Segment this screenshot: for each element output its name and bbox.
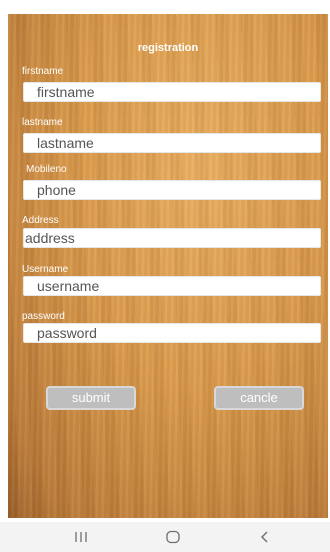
phone-field[interactable] bbox=[23, 180, 321, 200]
lastname-field[interactable] bbox=[23, 133, 321, 153]
mobileno-label: Mobileno bbox=[26, 164, 67, 175]
lastname-label: lastname bbox=[22, 117, 63, 128]
page-title: registration bbox=[137, 42, 199, 54]
system-navigation-bar bbox=[0, 522, 330, 552]
firstname-label: firstname bbox=[22, 66, 64, 77]
username-label: Username bbox=[22, 264, 69, 275]
recent-apps-icon[interactable] bbox=[66, 528, 96, 546]
back-icon[interactable] bbox=[250, 528, 280, 546]
firstname-field[interactable] bbox=[23, 82, 321, 102]
address-label: Address bbox=[22, 215, 59, 226]
submit-button[interactable]: submit bbox=[46, 386, 136, 410]
home-icon[interactable] bbox=[158, 528, 188, 546]
password-field[interactable] bbox=[23, 323, 321, 343]
address-field[interactable] bbox=[23, 228, 321, 248]
registration-screen: registration firstname lastname Mobileno… bbox=[8, 14, 328, 518]
password-label: password bbox=[22, 311, 65, 322]
cancel-button[interactable]: cancle bbox=[214, 386, 304, 410]
username-field[interactable] bbox=[23, 276, 321, 296]
